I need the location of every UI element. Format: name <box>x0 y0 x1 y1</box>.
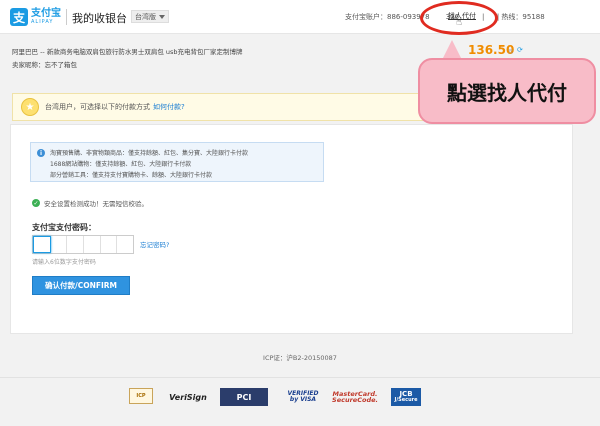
logo-en: ALIPAY <box>31 19 54 25</box>
cert-badge[interactable]: ICP <box>129 388 153 404</box>
notice-bar: ★ 台湾用户，可选择以下的付款方式 如何付款? <box>12 93 427 121</box>
amount-unit: 元 <box>508 49 514 55</box>
forgot-password-link[interactable]: 忘记密码? <box>140 239 169 249</box>
password-digit-2[interactable] <box>51 236 68 253</box>
logo-cn: 支付宝 <box>31 8 61 19</box>
password-hint: 请输入6位数字支付密码 <box>32 259 96 266</box>
annotation-callout: 點選找人代付 <box>418 58 596 124</box>
password-digit-1[interactable] <box>33 236 51 253</box>
mc-bottom: SecureCode. <box>332 396 378 404</box>
pci-badge[interactable]: PCI <box>220 388 268 406</box>
info-icon: i <box>37 149 45 157</box>
star-badge-icon: ★ <box>21 98 39 116</box>
alipay-logo[interactable]: 支 支付宝 ALIPAY <box>10 6 64 28</box>
notice-text: 台湾用户，可选择以下的付款方式 <box>45 103 150 111</box>
how-to-pay-link[interactable]: 如何付款? <box>153 102 185 112</box>
password-input[interactable] <box>32 235 134 254</box>
mastercard-securecode-badge[interactable]: MasterCard. SecureCode. <box>332 388 378 406</box>
top-header: 支 支付宝 ALIPAY 我的收银台 台湾版 支付宝账户：886-093978 3… <box>0 0 600 34</box>
hotline-value: 95188 <box>522 13 545 21</box>
callout-tail <box>442 40 462 60</box>
logo-divider <box>66 9 67 25</box>
cashier-title: 我的收银台 <box>72 12 127 25</box>
info-line-1: 淘寶預售購、非實物類商品：僅支持餘額、紅包、集分寶、大陸銀行卡付款 <box>50 150 249 157</box>
hand-pointer-icon: ☝ <box>456 17 463 28</box>
order-title: 阿里巴巴 -- 新款商务电脑双肩包旅行防水男士双肩包 usb充电背包厂家定制博牌 <box>12 48 243 56</box>
version-label: 台湾版 <box>135 12 156 21</box>
hotline-label: 热线： <box>501 13 523 21</box>
refresh-icon[interactable]: ⟳ <box>517 46 523 54</box>
info-line-2: 1688網站購物：僅支持餘額、紅包、大陸銀行卡付款 <box>50 161 192 168</box>
jcb-jsecure-badge[interactable]: JCB J/Secure <box>391 388 421 406</box>
check-icon: ✓ <box>32 199 40 207</box>
chevron-down-icon <box>159 14 165 19</box>
payment-info-box: i 淘寶預售購、非實物類商品：僅支持餘額、紅包、集分寶、大陸銀行卡付款 1688… <box>30 142 324 182</box>
confirm-payment-button[interactable]: 确认付款/CONFIRM <box>32 276 130 295</box>
version-select[interactable]: 台湾版 <box>131 10 169 23</box>
password-digit-3[interactable] <box>67 236 85 253</box>
seller-line: 卖家昵称：忘不了箱包 <box>12 59 77 69</box>
security-status: ✓ 安全设置检测成功！无需短信校验。 <box>32 198 148 208</box>
account-label: 支付宝账户： <box>345 13 387 21</box>
jcb-bottom: J/Secure <box>394 397 418 403</box>
seller-value: 忘不了箱包 <box>44 61 78 69</box>
security-text: 安全设置检测成功！无需短信校验。 <box>44 200 148 208</box>
password-label: 支付宝支付密码： <box>32 223 96 232</box>
info-line-3: 部分營銷工具：僅支持支付寶購物卡、餘額、大陸銀行卡付款 <box>50 172 213 179</box>
password-digit-6[interactable] <box>117 236 133 253</box>
visa-bottom: by VISA <box>289 396 317 403</box>
password-digit-5[interactable] <box>101 236 118 253</box>
seller-label: 卖家昵称： <box>12 61 45 69</box>
password-digit-4[interactable] <box>84 236 101 253</box>
icp-license: ICP证：沪B2-20150087 <box>263 354 337 362</box>
alipay-logo-icon: 支 <box>10 8 28 26</box>
logo-text: 支付宝 ALIPAY <box>31 9 61 25</box>
verified-by-visa-badge[interactable]: VERIFIED by VISA <box>288 388 319 406</box>
verisign-badge[interactable]: VeriSign <box>169 388 207 406</box>
